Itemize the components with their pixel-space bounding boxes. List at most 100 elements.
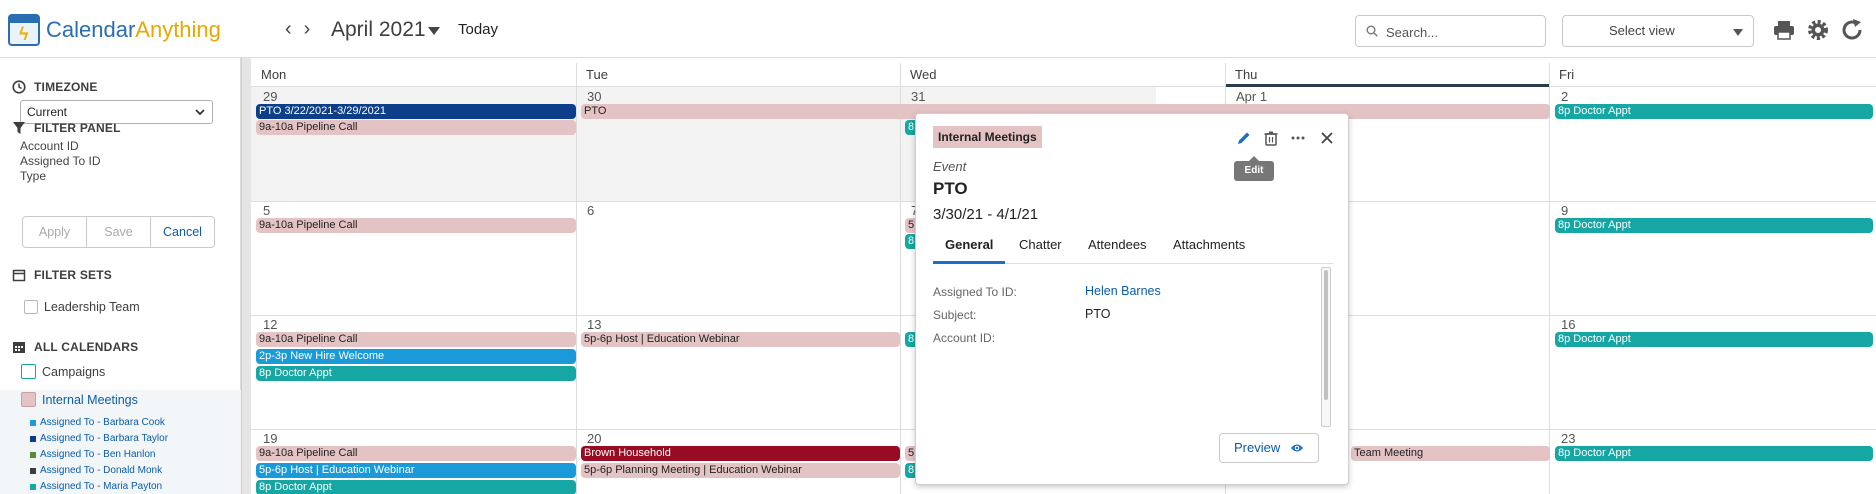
event-host-webinar[interactable]: 5p-6p Host | Education Webinar (581, 332, 900, 347)
filter-field-assigned-to-id[interactable]: Assigned To ID (20, 154, 101, 168)
event-pipeline-call[interactable]: 9a-10a Pipeline Call (256, 218, 576, 233)
refresh-icon[interactable] (1840, 18, 1864, 42)
event-doctor-appt[interactable]: 8p Doctor Appt (1555, 446, 1873, 461)
save-button[interactable]: Save (87, 217, 151, 247)
search-box[interactable] (1355, 15, 1546, 47)
day-number[interactable]: 16 (1561, 317, 1575, 332)
event-pipeline-call[interactable]: 9a-10a Pipeline Call (256, 120, 576, 135)
sub-item-maria-payton[interactable]: Assigned To - Maria Payton (30, 481, 162, 492)
day-number[interactable]: 23 (1561, 431, 1575, 446)
print-icon[interactable] (1772, 18, 1796, 42)
leadership-team-label[interactable]: Leadership Team (44, 300, 140, 314)
preview-button[interactable]: Preview (1219, 433, 1319, 463)
event-planning-meeting[interactable]: 5p-6p Planning Meeting | Education Webin… (581, 463, 900, 478)
gear-icon[interactable] (1806, 18, 1830, 42)
prev-month-icon[interactable]: ‹ (285, 18, 292, 40)
subject-value: PTO (1085, 307, 1111, 321)
event-doctor-appt[interactable]: 8p Doctor Appt (1555, 332, 1873, 347)
apply-button[interactable]: Apply (23, 217, 87, 247)
sub-item-label: Assigned To - Barbara Taylor (40, 433, 169, 444)
event-doctor-appt[interactable]: 8p Doctor Appt (1555, 218, 1873, 233)
day-number[interactable]: 5 (263, 203, 270, 218)
day-number[interactable]: 20 (587, 431, 601, 446)
event-doctor-appt[interactable]: 8p Doctor Appt (1555, 104, 1873, 119)
leadership-team-checkbox[interactable] (24, 300, 38, 314)
calendar-logo-icon: ϟ (8, 14, 40, 46)
all-calendars-section-title: ALL CALENDARS (12, 340, 138, 354)
day-number[interactable]: 30 (587, 89, 601, 104)
day-number[interactable]: 6 (587, 203, 594, 218)
event-doctor-appt[interactable]: 8p Doctor Appt (256, 480, 576, 494)
sub-item-label: Assigned To - Barbara Cook (40, 417, 165, 428)
filter-button-group: Apply Save Cancel (22, 216, 215, 248)
campaigns-label[interactable]: Campaigns (42, 365, 105, 379)
edit-icon[interactable] (1236, 130, 1252, 146)
brand-name: CalendarAnything (46, 14, 221, 46)
timezone-section-title: TIMEZONE (12, 80, 98, 94)
day-number[interactable]: 12 (263, 317, 277, 332)
event-team-meeting[interactable]: Team Meeting (1351, 446, 1550, 461)
event-pipeline-call[interactable]: 9a-10a Pipeline Call (256, 332, 576, 347)
calendar-icon (12, 269, 26, 282)
day-number[interactable]: 31 (911, 89, 925, 104)
assigned-to-value[interactable]: Helen Barnes (1085, 284, 1161, 298)
search-input[interactable] (1386, 22, 1536, 42)
month-dropdown-icon[interactable] (428, 27, 440, 35)
filter-field-type[interactable]: Type (20, 169, 46, 183)
preview-label: Preview (1234, 440, 1281, 455)
close-icon[interactable] (1319, 130, 1335, 146)
app-logo[interactable]: ϟ CalendarAnything (8, 14, 221, 46)
sub-item-label: Assigned To - Donald Monk (40, 465, 163, 476)
day-number[interactable]: 13 (587, 317, 601, 332)
edit-tooltip: Edit (1234, 156, 1274, 181)
day-number[interactable]: 2 (1561, 89, 1568, 104)
filter-sets-title: FILTER SETS (34, 268, 112, 282)
tab-chatter[interactable]: Chatter (1019, 232, 1062, 264)
event-doctor-appt[interactable]: 8p Doctor Appt (256, 366, 576, 381)
today-button[interactable]: Today (458, 20, 498, 40)
color-swatch-icon (30, 483, 36, 490)
filter-panel-section-title: FILTER PANEL (12, 121, 121, 135)
dow-fri: Fri (1549, 63, 1876, 87)
account-id-label: Account ID: (933, 331, 996, 345)
sub-item-ben-hanlon[interactable]: Assigned To - Ben Hanlon (30, 449, 155, 460)
delete-icon[interactable] (1263, 130, 1279, 146)
dow-thu: Thu (1225, 63, 1549, 87)
calendar-badge: Internal Meetings (933, 126, 1042, 148)
brand-calendar: Calendar (46, 17, 136, 42)
day-number[interactable]: 19 (263, 431, 277, 446)
sub-item-barbara-cook[interactable]: Assigned To - Barbara Cook (30, 417, 165, 428)
campaigns-checkbox[interactable] (21, 364, 36, 379)
timezone-title: TIMEZONE (34, 80, 98, 94)
select-view-label: Select view (1609, 23, 1675, 38)
event-title: PTO (933, 179, 968, 198)
all-calendars-title: ALL CALENDARS (34, 340, 139, 354)
timezone-value: Current (27, 105, 68, 119)
filter-icon (13, 122, 25, 134)
next-month-icon[interactable]: › (304, 18, 311, 40)
event-pipeline-call[interactable]: 9a-10a Pipeline Call (256, 446, 576, 461)
sidebar-scrollbar[interactable] (241, 58, 251, 494)
filter-field-account-id[interactable]: Account ID (20, 139, 79, 153)
tab-general[interactable]: General (933, 232, 1006, 264)
tab-attachments[interactable]: Attachments (1173, 232, 1245, 264)
filter-sets-section-title: FILTER SETS (12, 268, 112, 282)
tab-attendees[interactable]: Attendees (1088, 232, 1147, 264)
event-host-webinar[interactable]: 5p-6p Host | Education Webinar (256, 463, 576, 478)
day-number[interactable]: 29 (263, 89, 277, 104)
day-number[interactable]: Apr 1 (1236, 89, 1267, 104)
select-view-dropdown[interactable]: Select view (1562, 15, 1754, 47)
more-icon[interactable] (1290, 130, 1306, 146)
day-number[interactable]: 9 (1561, 203, 1568, 218)
event-new-hire-welcome[interactable]: 2p-3p New Hire Welcome (256, 349, 576, 364)
month-title[interactable]: April 2021 (331, 17, 426, 43)
sub-item-donald-monk[interactable]: Assigned To - Donald Monk (30, 465, 162, 476)
internal-meetings-label[interactable]: Internal Meetings (42, 393, 138, 407)
event-brown-household[interactable]: Brown Household (581, 446, 900, 461)
internal-meetings-checkbox[interactable] (21, 392, 36, 407)
popover-scrollbar[interactable] (1321, 267, 1331, 427)
event-pto-long[interactable]: PTO 3/22/2021-3/29/2021 (256, 104, 576, 119)
sub-item-barbara-taylor[interactable]: Assigned To - Barbara Taylor (30, 433, 168, 444)
filter-panel-title: FILTER PANEL (34, 121, 121, 135)
cancel-button[interactable]: Cancel (151, 217, 214, 247)
